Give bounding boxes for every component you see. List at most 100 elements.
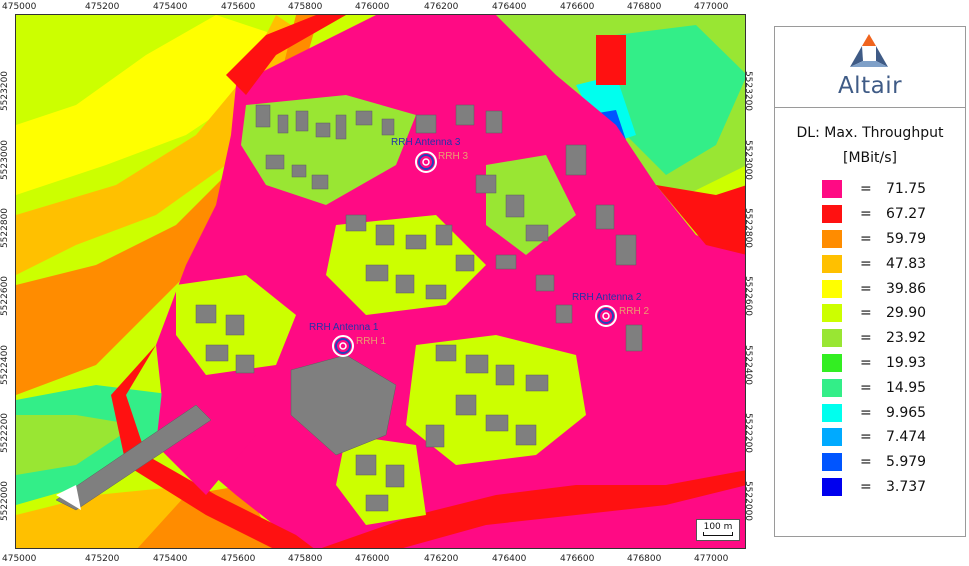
- building: [365, 264, 389, 282]
- building: [395, 274, 415, 294]
- legend-equals: =: [860, 478, 872, 495]
- legend-swatch: [822, 403, 842, 422]
- legend-equals: =: [860, 354, 872, 371]
- legend-value: 5.979: [886, 454, 927, 471]
- building: [205, 344, 229, 362]
- building: [475, 174, 497, 194]
- building: [435, 224, 453, 246]
- legend-entry: = 23.92: [822, 326, 926, 351]
- legend-equals: =: [860, 280, 872, 297]
- building: [355, 454, 377, 476]
- x-tick-label-top: 476600: [560, 2, 595, 12]
- legend-swatch: [822, 279, 842, 298]
- building: [425, 424, 445, 448]
- antenna-3-tag: RRH 3: [438, 151, 469, 162]
- legend-equals: =: [860, 181, 872, 198]
- building: [365, 494, 389, 512]
- legend-entry: = 3.737: [822, 475, 926, 500]
- building: [495, 364, 515, 386]
- legend-entry: = 59.79: [822, 227, 926, 252]
- legend-rows: = 71.75 = 67.27 = 59.79 = 47.83 = 39.86 = 29.9…: [822, 177, 926, 499]
- building: [455, 394, 477, 416]
- antenna-1-name: RRH Antenna 1: [309, 322, 379, 333]
- building: [595, 204, 615, 230]
- legend-swatch: [822, 453, 842, 472]
- x-tick-label-top: 475000: [2, 2, 37, 12]
- building: [235, 354, 255, 374]
- legend-entry: = 71.75: [822, 177, 926, 202]
- legend-entry: = 29.90: [822, 301, 926, 326]
- antenna-2-tag: RRH 2: [619, 306, 650, 317]
- coverage-map-svg: [16, 15, 745, 548]
- x-tick-label-bottom: 477000: [694, 554, 729, 564]
- legend-value: 59.79: [886, 230, 927, 247]
- building: [405, 234, 427, 250]
- logo-text: Altair: [837, 73, 903, 99]
- legend-swatch: [822, 428, 842, 447]
- legend-swatch: [822, 378, 842, 397]
- legend-swatch: [822, 477, 842, 496]
- legend-value: 19.93: [886, 354, 927, 371]
- building: [565, 144, 587, 176]
- antenna-1-tag: RRH 1: [356, 336, 387, 347]
- x-tick-label-top: 477000: [694, 2, 729, 12]
- legend-equals: =: [860, 454, 872, 471]
- legend-equals: =: [860, 379, 872, 396]
- building: [415, 114, 437, 134]
- y-tick-label-left: 5522000: [0, 480, 11, 522]
- building: [381, 118, 395, 136]
- scale-bar-line: [703, 532, 733, 536]
- building: [455, 254, 475, 272]
- building: [335, 114, 347, 140]
- legend-value: 23.92: [886, 330, 927, 347]
- building: [615, 234, 637, 266]
- legend-value: 67.27: [886, 206, 927, 223]
- building: [505, 194, 525, 218]
- legend-entry: = 14.95: [822, 375, 926, 400]
- legend-equals: =: [860, 429, 872, 446]
- y-tick-label-left: 5522600: [0, 275, 11, 317]
- logo-area: Altair: [775, 27, 965, 108]
- x-tick-label-bottom: 475200: [85, 554, 120, 564]
- building: [385, 464, 405, 488]
- legend-swatch: [822, 180, 842, 199]
- legend-value: 29.90: [886, 305, 927, 322]
- building: [291, 164, 307, 178]
- legend-equals: =: [860, 230, 872, 247]
- x-tick-label-bottom: 476200: [424, 554, 459, 564]
- y-tick-label-left: 5523000: [0, 139, 11, 181]
- x-tick-label-bottom: 476000: [355, 554, 390, 564]
- x-tick-label-top: 476400: [492, 2, 527, 12]
- x-tick-label-bottom: 475400: [153, 554, 188, 564]
- legend-value: 3.737: [886, 478, 927, 495]
- legend-entry: = 9.965: [822, 400, 926, 425]
- legend-entry: = 19.93: [822, 351, 926, 376]
- legend-entry: = 5.979: [822, 450, 926, 475]
- building: [345, 214, 367, 232]
- x-tick-label-top: 475200: [85, 2, 120, 12]
- antenna-2-name: RRH Antenna 2: [572, 292, 642, 303]
- altair-logo-icon: [849, 32, 889, 68]
- building: [315, 122, 331, 138]
- building: [495, 254, 517, 270]
- building: [525, 374, 549, 392]
- building: [435, 344, 457, 362]
- building: [485, 110, 503, 134]
- x-tick-label-bottom: 475800: [288, 554, 323, 564]
- x-tick-label-bottom: 475000: [2, 554, 37, 564]
- y-tick-label-left: 5522200: [0, 412, 11, 454]
- scale-bar: 100 m: [696, 519, 740, 541]
- x-tick-label-top: 475400: [153, 2, 188, 12]
- building: [535, 274, 555, 292]
- legend-panel: Altair DL: Max. Throughput [MBit/s] = 71.…: [774, 26, 966, 537]
- coverage-map-area[interactable]: RRH Antenna 3 RRH 3 RRH Antenna 1 RRH 1 …: [15, 14, 746, 549]
- x-tick-label-top: 475600: [221, 2, 256, 12]
- x-tick-label-top: 475800: [288, 2, 323, 12]
- building: [625, 324, 643, 352]
- legend-value: 71.75: [886, 181, 927, 198]
- legend-swatch: [822, 329, 842, 348]
- building: [277, 114, 289, 134]
- legend-value: 9.965: [886, 404, 927, 421]
- building: [295, 110, 309, 132]
- x-tick-label-top: 476200: [424, 2, 459, 12]
